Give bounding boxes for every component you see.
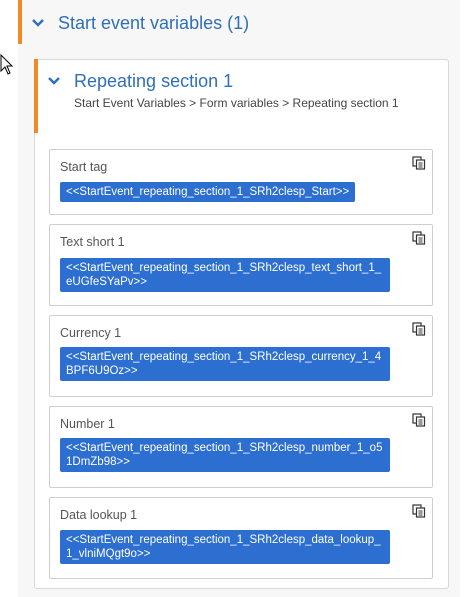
variable-card-number: Number 1 <<StartEvent_repeating_section_…	[49, 406, 433, 488]
copy-icon[interactable]	[412, 413, 426, 427]
copy-icon[interactable]	[412, 322, 426, 336]
variable-token-chip[interactable]: <<StartEvent_repeating_section_1_SRh2cle…	[60, 347, 390, 381]
copy-icon[interactable]	[412, 504, 426, 518]
variable-card-currency: Currency 1 <<StartEvent_repeating_sectio…	[49, 315, 433, 397]
chevron-down-icon[interactable]	[38, 77, 70, 85]
variable-card-data-lookup: Data lookup 1 <<StartEvent_repeating_sec…	[49, 497, 433, 579]
variable-token-chip[interactable]: <<StartEvent_repeating_section_1_SRh2cle…	[60, 530, 390, 564]
variable-label: Start tag	[60, 160, 108, 174]
mouse-cursor-icon	[0, 53, 14, 81]
chevron-down-icon[interactable]	[22, 19, 54, 27]
inner-section-header[interactable]: Repeating section 1 Start Event Variable…	[38, 66, 438, 110]
breadcrumb: Start Event Variables > Form variables >…	[74, 96, 399, 110]
variable-label: Number 1	[60, 417, 115, 431]
copy-icon[interactable]	[412, 231, 426, 245]
inner-section-title: Repeating section 1	[74, 70, 234, 91]
outer-section-header[interactable]: Start event variables (1)	[22, 0, 462, 46]
variable-card-start-tag: Start tag <<StartEvent_repeating_section…	[49, 149, 433, 215]
variable-token-chip[interactable]: <<StartEvent_repeating_section_1_SRh2cle…	[60, 258, 390, 292]
variable-token-chip[interactable]: <<StartEvent_repeating_section_1_SRh2cle…	[60, 438, 390, 472]
variable-label: Text short 1	[60, 235, 125, 249]
copy-icon[interactable]	[412, 156, 426, 170]
left-margin	[0, 0, 18, 597]
variable-token-chip[interactable]: <<StartEvent_repeating_section_1_SRh2cle…	[60, 182, 356, 202]
variable-label: Currency 1	[60, 326, 122, 340]
variable-label: Data lookup 1	[60, 508, 138, 522]
outer-section-title: Start event variables (1)	[58, 12, 250, 33]
variable-card-text-short: Text short 1 <<StartEvent_repeating_sect…	[49, 224, 433, 306]
